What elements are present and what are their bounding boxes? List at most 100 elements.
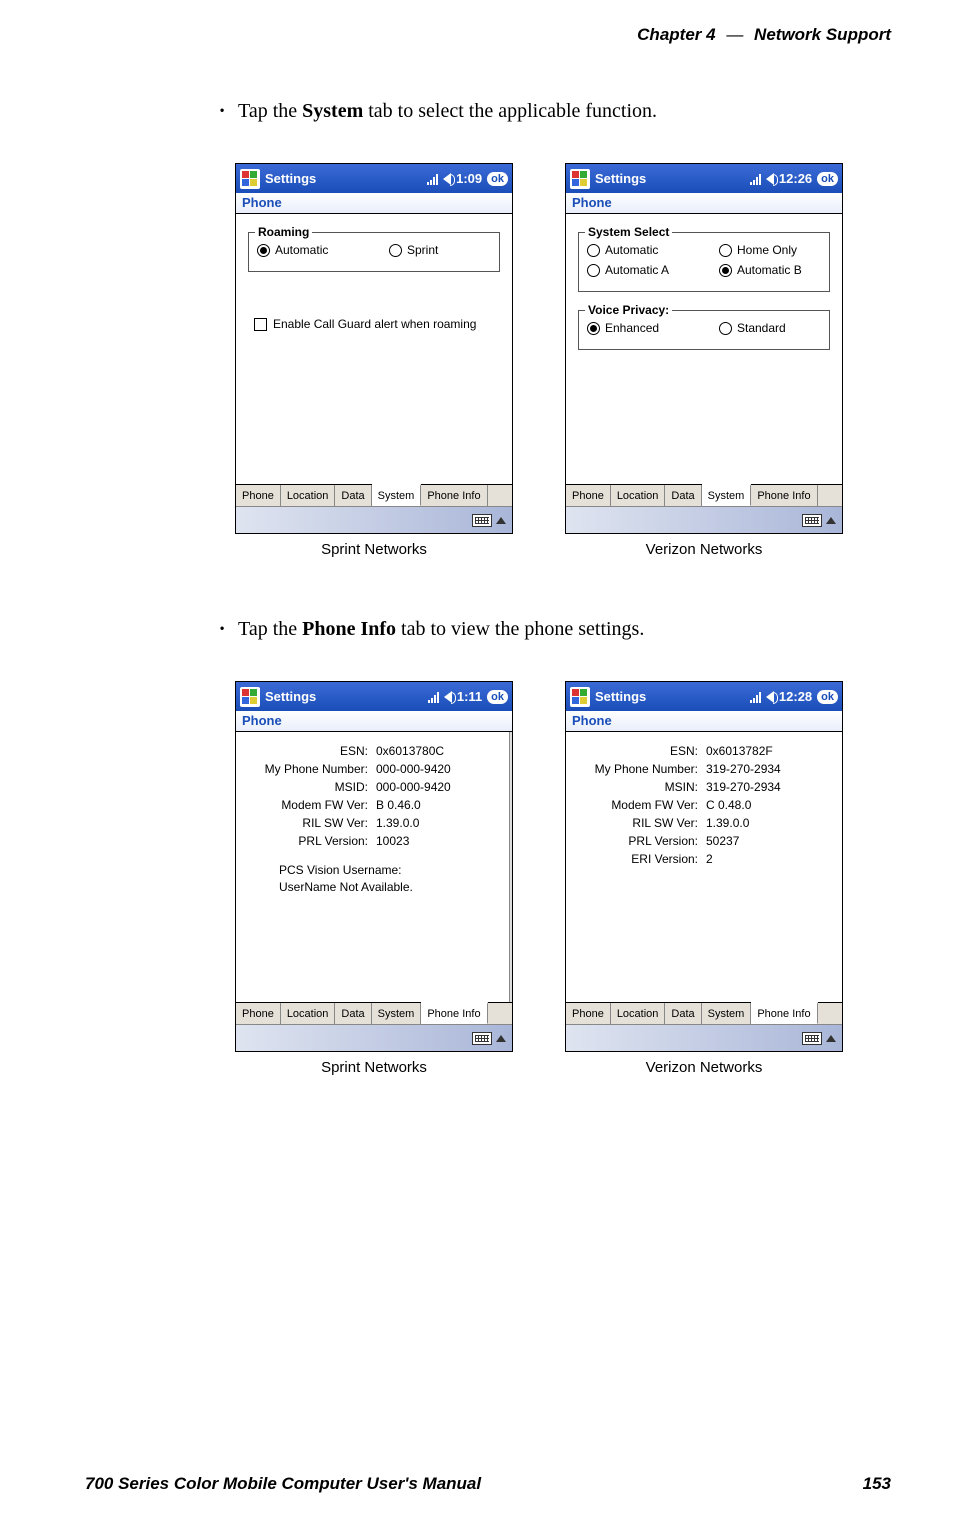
scrollbar[interactable]	[509, 732, 512, 1002]
tab-strip: Phone Location Data System Phone Info	[566, 484, 842, 506]
bullet-icon: •	[220, 621, 238, 635]
ok-button[interactable]: ok	[487, 172, 508, 186]
radio-automatic[interactable]: Automatic	[587, 243, 689, 257]
tab-location[interactable]: Location	[611, 485, 666, 506]
ok-button[interactable]: ok	[487, 690, 508, 704]
tab-strip: Phone Location Data System Phone Info	[566, 1002, 842, 1024]
start-icon[interactable]	[240, 169, 260, 189]
start-icon[interactable]	[570, 169, 590, 189]
voice-privacy-legend: Voice Privacy:	[585, 303, 672, 317]
tab-data[interactable]: Data	[665, 1003, 701, 1024]
radio-automatic[interactable]: Automatic	[257, 243, 359, 257]
titlebar-title: Settings	[595, 171, 646, 186]
radio-enhanced[interactable]: Enhanced	[587, 321, 689, 335]
sip-up-icon[interactable]	[826, 517, 836, 524]
radio-automatic-b[interactable]: Automatic B	[719, 263, 821, 277]
start-icon[interactable]	[570, 687, 590, 707]
phone-info-table: ESN:0x6013780C My Phone Number:000-000-9…	[244, 744, 504, 848]
titlebar: Settings 12:28 ok	[566, 682, 842, 711]
tab-phoneinfo[interactable]: Phone Info	[421, 1002, 487, 1024]
keyboard-icon[interactable]	[472, 1032, 492, 1045]
speaker-icon	[766, 691, 774, 703]
radio-sprint[interactable]: Sprint	[389, 243, 491, 257]
tab-location[interactable]: Location	[611, 1003, 666, 1024]
tab-phone[interactable]: Phone	[566, 485, 611, 506]
tab-data[interactable]: Data	[335, 485, 371, 506]
section-header: Phone	[566, 193, 842, 214]
tab-system[interactable]: System	[702, 484, 752, 506]
checkbox-icon	[254, 318, 267, 331]
section-header: Phone	[566, 711, 842, 732]
tab-data[interactable]: Data	[335, 1003, 371, 1024]
titlebar: Settings 1:11 ok	[236, 682, 512, 711]
titlebar: Settings 1:09 ok	[236, 164, 512, 193]
body: Roaming Automatic Sprint	[236, 214, 512, 484]
titlebar-title: Settings	[265, 689, 316, 704]
tab-phoneinfo[interactable]: Phone Info	[751, 1002, 817, 1024]
tab-location[interactable]: Location	[281, 485, 336, 506]
sip-bar	[566, 506, 842, 533]
manual-title: 700 Series Color Mobile Computer User's …	[85, 1474, 481, 1494]
tab-strip: Phone Location Data System Phone Info	[236, 1002, 512, 1024]
bullet-text: Tap the System tab to select the applica…	[238, 100, 657, 123]
caption-sprint: Sprint Networks	[321, 1059, 427, 1076]
keyboard-icon[interactable]	[802, 1032, 822, 1045]
bullet-phoneinfo: • Tap the Phone Info tab to view the pho…	[220, 618, 891, 641]
tab-system[interactable]: System	[702, 1003, 752, 1024]
tab-phone[interactable]: Phone	[236, 485, 281, 506]
radio-home-only[interactable]: Home Only	[719, 243, 821, 257]
keyboard-icon[interactable]	[802, 514, 822, 527]
sip-up-icon[interactable]	[496, 1035, 506, 1042]
section-header: Phone	[236, 193, 512, 214]
signal-icon	[750, 173, 761, 185]
titlebar: Settings 12:26 ok	[566, 164, 842, 193]
tab-phone[interactable]: Phone	[566, 1003, 611, 1024]
body: ESN:0x6013782F My Phone Number:319-270-2…	[566, 732, 842, 1002]
callguard-checkbox[interactable]: Enable Call Guard alert when roaming	[244, 317, 504, 331]
signal-icon	[750, 691, 761, 703]
ok-button[interactable]: ok	[817, 172, 838, 186]
sip-up-icon[interactable]	[496, 517, 506, 524]
tab-location[interactable]: Location	[281, 1003, 336, 1024]
titlebar-title: Settings	[265, 171, 316, 186]
body: ESN:0x6013780C My Phone Number:000-000-9…	[236, 732, 512, 1002]
tab-system[interactable]: System	[372, 484, 422, 506]
tab-system[interactable]: System	[372, 1003, 422, 1024]
signal-icon	[428, 691, 439, 703]
tab-phone[interactable]: Phone	[236, 1003, 281, 1024]
screens-row-2: Settings 1:11 ok Phone ESN:0x6013780C My…	[220, 681, 891, 1076]
caption-verizon: Verizon Networks	[646, 1059, 763, 1076]
sprint-system-screen: Settings 1:09 ok Phone Roaming Automa	[235, 163, 513, 534]
chapter-label: Chapter 4	[637, 25, 715, 44]
section-header: Phone	[236, 711, 512, 732]
sip-bar	[566, 1024, 842, 1051]
keyboard-icon[interactable]	[472, 514, 492, 527]
speaker-icon	[443, 173, 451, 185]
bullet-text: Tap the Phone Info tab to view the phone…	[238, 618, 644, 641]
start-icon[interactable]	[240, 687, 260, 707]
verizon-system-screen: Settings 12:26 ok Phone System Select Au…	[565, 163, 843, 534]
speaker-icon	[766, 173, 774, 185]
screens-row-1: Settings 1:09 ok Phone Roaming Automa	[220, 163, 891, 558]
radio-standard[interactable]: Standard	[719, 321, 821, 335]
tab-strip: Phone Location Data System Phone Info	[236, 484, 512, 506]
bullet-icon: •	[220, 103, 238, 117]
radio-automatic-a[interactable]: Automatic A	[587, 263, 689, 277]
pcs-vision-block: PCS Vision Username: UserName Not Availa…	[244, 862, 504, 896]
roaming-fieldset: Roaming Automatic Sprint	[248, 232, 500, 272]
ok-button[interactable]: ok	[817, 690, 838, 704]
tab-data[interactable]: Data	[665, 485, 701, 506]
section-title: Network Support	[754, 25, 891, 44]
clock: 12:26	[779, 171, 812, 186]
voice-privacy-fieldset: Voice Privacy: Enhanced Standard	[578, 310, 830, 350]
speaker-icon	[444, 691, 452, 703]
sip-bar	[236, 1024, 512, 1051]
sip-bar	[236, 506, 512, 533]
tab-phoneinfo[interactable]: Phone Info	[751, 485, 817, 506]
caption-sprint: Sprint Networks	[321, 541, 427, 558]
caption-verizon: Verizon Networks	[646, 541, 763, 558]
tab-phoneinfo[interactable]: Phone Info	[421, 485, 487, 506]
roaming-legend: Roaming	[255, 225, 312, 239]
page-header: Chapter 4 — Network Support	[85, 25, 891, 45]
sip-up-icon[interactable]	[826, 1035, 836, 1042]
